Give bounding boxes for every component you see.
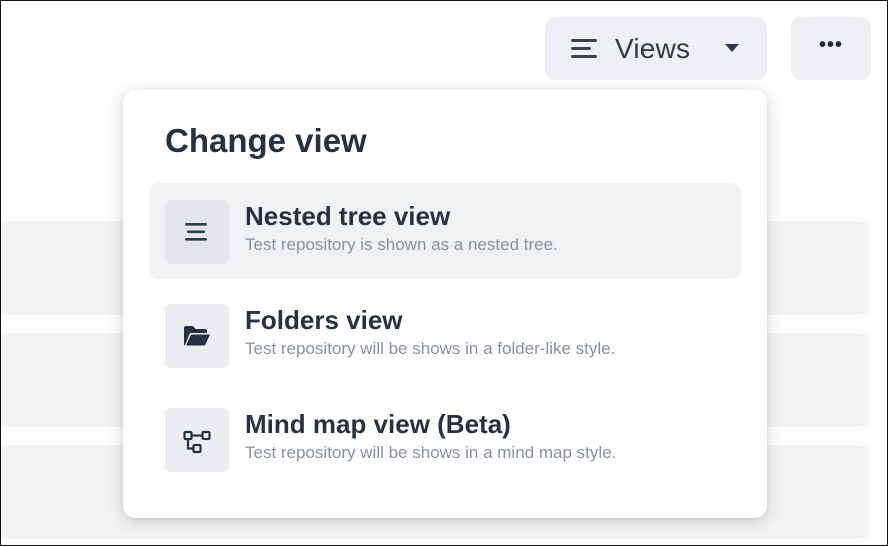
more-options-button[interactable]: ••• xyxy=(791,17,871,80)
menu-lines-icon xyxy=(165,200,229,264)
folder-open-icon xyxy=(165,304,229,368)
menu-lines-icon xyxy=(571,38,597,59)
option-title: Folders view xyxy=(245,305,403,335)
views-button-label: Views xyxy=(615,32,691,64)
dropdown-title: Change view xyxy=(165,122,367,159)
more-dots-icon: ••• xyxy=(818,34,843,56)
change-view-dropdown: Change view Nested tree view Test reposi… xyxy=(123,90,767,518)
option-folders-view[interactable]: Folders view Test repository will be sho… xyxy=(149,287,741,383)
option-title: Mind map view (Beta) xyxy=(245,409,511,439)
option-description: Test repository will be shows in a folde… xyxy=(245,339,616,358)
app-frame: Views ••• Change view Nested tree view T… xyxy=(0,0,888,546)
views-button[interactable]: Views xyxy=(545,17,767,80)
option-mind-map-view[interactable]: Mind map view (Beta) Test repository wil… xyxy=(149,391,741,487)
mind-map-icon xyxy=(165,408,229,472)
option-nested-tree-view[interactable]: Nested tree view Test repository is show… xyxy=(149,183,741,279)
option-description: Test repository is shown as a nested tre… xyxy=(245,235,558,254)
option-title: Nested tree view xyxy=(245,201,451,231)
caret-down-icon xyxy=(725,44,739,52)
option-description: Test repository will be shows in a mind … xyxy=(245,443,617,462)
